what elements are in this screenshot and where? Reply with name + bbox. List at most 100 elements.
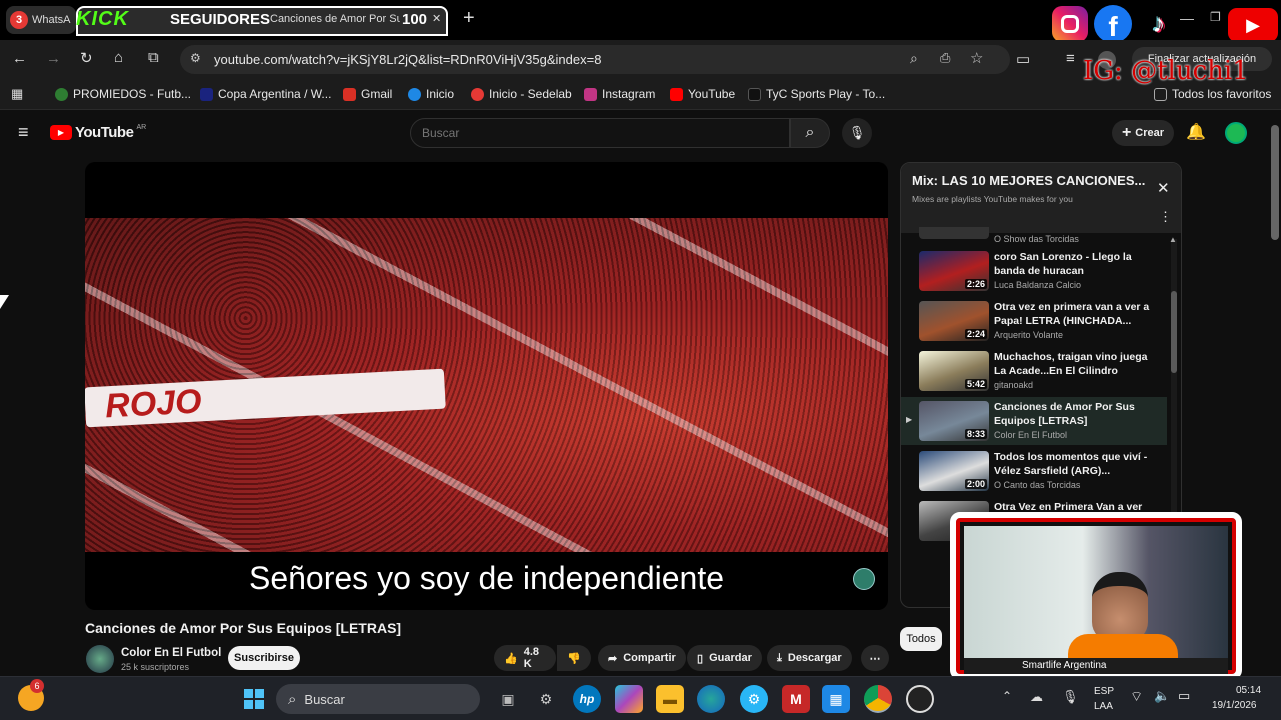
weather-widget[interactable]: 6 bbox=[18, 679, 44, 711]
maximize-icon[interactable]: ❐ bbox=[1210, 10, 1221, 24]
mouse-cursor-icon bbox=[0, 295, 9, 309]
site-info-icon[interactable]: ⚙ bbox=[190, 51, 201, 65]
avatar[interactable] bbox=[1225, 122, 1247, 144]
bookmark-favicon bbox=[471, 87, 484, 101]
webcam-overlay: Smartlife Argentina bbox=[950, 512, 1242, 680]
store-icon[interactable]: ▦ bbox=[822, 685, 850, 713]
clock-time[interactable]: 05:14 bbox=[1236, 685, 1261, 696]
file-explorer-icon[interactable]: ▬ bbox=[656, 685, 684, 713]
subtitle-text: Señores yo soy de independiente bbox=[248, 560, 724, 596]
wifi-icon[interactable]: ⌔ bbox=[1130, 688, 1143, 706]
person-shirt bbox=[1068, 634, 1178, 658]
mcafee-icon[interactable]: M bbox=[782, 685, 810, 713]
search-button[interactable]: ⌕ bbox=[790, 118, 830, 148]
zoom-icon[interactable]: ⌕ bbox=[910, 50, 918, 67]
tab-label: Canciones de Amor Por Sus bbox=[270, 13, 400, 25]
list-item[interactable]: 2:26 coro San Lorenzo - Llego la banda d… bbox=[901, 247, 1167, 295]
playlist-header: Mix: LAS 10 MEJORES CANCIONES... Mixes a… bbox=[901, 163, 1181, 233]
create-button[interactable]: + Crear bbox=[1112, 120, 1174, 146]
bookmark-icon: ▯ bbox=[697, 652, 704, 665]
all-bookmarks[interactable]: Todos los favoritos bbox=[1154, 87, 1271, 101]
bookmark-inicio[interactable]: Inicio bbox=[408, 87, 454, 101]
task-view-icon[interactable]: ▣ bbox=[494, 685, 522, 713]
battery-icon[interactable]: ▭ bbox=[1178, 688, 1190, 704]
menu-icon[interactable]: ≡ bbox=[18, 122, 29, 143]
scrollbar-thumb[interactable] bbox=[1171, 291, 1177, 373]
more-actions-button[interactable]: ⋯ bbox=[861, 645, 889, 671]
share-button[interactable]: ➦ Compartir bbox=[598, 645, 686, 671]
voice-search-button[interactable]: 🎙 bbox=[842, 118, 872, 148]
close-icon[interactable]: ✕ bbox=[1157, 179, 1170, 197]
like-button[interactable]: 👍 4.8 K bbox=[494, 645, 556, 671]
back-arrow-icon[interactable]: ← bbox=[12, 50, 27, 67]
scroll-up-icon[interactable]: ▲ bbox=[1169, 235, 1177, 244]
close-icon[interactable]: ✕ bbox=[432, 12, 441, 25]
dislike-button[interactable]: 👎 bbox=[557, 645, 591, 671]
forward-arrow-icon[interactable]: → bbox=[46, 50, 61, 67]
bookmark-tyc-sports[interactable]: TyC Sports Play - To... bbox=[748, 87, 885, 101]
playlist-subtitle: Mixes are playlists YouTube makes for yo… bbox=[912, 194, 1073, 204]
home-icon[interactable]: ⌂ bbox=[114, 49, 123, 66]
thumbs-up-icon: 👍 bbox=[504, 652, 518, 665]
subscribe-button[interactable]: Suscribirse bbox=[228, 646, 300, 670]
apps-grid-icon[interactable]: ▦ bbox=[11, 86, 23, 102]
list-item[interactable]: 2:24 Otra vez en primera van a ver a Pap… bbox=[901, 297, 1167, 345]
obs-icon[interactable] bbox=[906, 685, 934, 713]
bookmark-sedelab[interactable]: Inicio - Sedelab bbox=[471, 87, 572, 101]
tab-label: WhatsA bbox=[32, 14, 71, 26]
notifications-bell-icon[interactable]: 🔔 bbox=[1186, 122, 1206, 142]
bookmark-favicon bbox=[408, 87, 421, 101]
list-item[interactable]: 5:42 Muchachos, traigan vino juega La Ac… bbox=[901, 347, 1167, 395]
channel-avatar[interactable] bbox=[86, 645, 114, 673]
followers-overlay-count: 100 bbox=[402, 11, 428, 28]
bookmark-gmail[interactable]: Gmail bbox=[343, 87, 392, 101]
taskbar-search[interactable]: ⌕ Buscar bbox=[276, 684, 480, 714]
download-button[interactable]: ⤓ Descargar bbox=[767, 645, 852, 671]
list-item-partial[interactable]: O Show das Torcidas bbox=[901, 227, 1167, 245]
bookmark-instagram[interactable]: Instagram bbox=[584, 87, 655, 101]
chevron-up-icon[interactable]: ⌃ bbox=[1002, 689, 1012, 703]
list-item[interactable]: 2:00 Todos los momentos que viví - Vélez… bbox=[901, 447, 1167, 495]
edge-icon[interactable] bbox=[697, 685, 725, 713]
volume-icon[interactable]: 🔈 bbox=[1154, 688, 1170, 704]
widgets-icon[interactable]: ⚙ bbox=[532, 685, 560, 713]
youtube-logo[interactable]: ▶ YouTube AR bbox=[50, 124, 146, 141]
hp-icon[interactable]: hp bbox=[573, 685, 601, 713]
tab-whatsapp[interactable]: 3 WhatsA bbox=[6, 6, 76, 34]
playlist-title[interactable]: Mix: LAS 10 MEJORES CANCIONES... bbox=[912, 173, 1145, 188]
chip-all[interactable]: Todos bbox=[900, 627, 942, 651]
bookmark-copa-argentina[interactable]: Copa Argentina / W... bbox=[200, 87, 331, 101]
minimize-icon[interactable]: — bbox=[1180, 10, 1194, 26]
save-button[interactable]: ▯ Guardar bbox=[687, 645, 762, 671]
video-player[interactable]: ROJO Señores yo soy de independiente bbox=[85, 162, 888, 610]
extension-icon[interactable]: ⧉ bbox=[148, 49, 159, 66]
video-title: Canciones de Amor Por Sus Equipos [LETRA… bbox=[85, 620, 402, 636]
star-icon[interactable]: ☆ bbox=[970, 49, 983, 67]
windows-start-icon[interactable] bbox=[240, 685, 268, 713]
page-scrollbar-thumb[interactable] bbox=[1271, 125, 1279, 240]
instagram-icon bbox=[584, 87, 597, 101]
more-options-icon[interactable]: ⋮ bbox=[1159, 209, 1172, 225]
language-top[interactable]: ESP bbox=[1094, 686, 1114, 697]
microphone-icon[interactable]: 🎙 bbox=[1062, 689, 1079, 705]
chrome-icon[interactable] bbox=[864, 685, 892, 713]
bookmark-promiedos[interactable]: PROMIEDOS - Futb... bbox=[55, 87, 191, 101]
copilot-icon[interactable] bbox=[615, 685, 643, 713]
cloud-icon[interactable]: ☁ bbox=[1030, 689, 1043, 705]
channel-name[interactable]: Color En El Futbol bbox=[121, 647, 221, 659]
followers-overlay-label: SEGUIDORES bbox=[170, 11, 271, 28]
install-app-icon[interactable]: ⎙ bbox=[940, 50, 950, 66]
new-tab-button[interactable]: + bbox=[463, 7, 475, 30]
list-item-current[interactable]: ▶ 8:33 Canciones de Amor Por Sus Equipos… bbox=[901, 397, 1167, 445]
app-icon[interactable]: ⚙ bbox=[740, 685, 768, 713]
folder-icon bbox=[1154, 87, 1167, 101]
media-icon[interactable]: ▭ bbox=[1016, 50, 1030, 68]
page-scrollbar[interactable] bbox=[1271, 125, 1279, 675]
url-field[interactable]: ⚙ youtube.com/watch?v=jKSjY8Lr2jQ&list=R… bbox=[180, 45, 1010, 74]
playlist-icon[interactable]: ≡ bbox=[1066, 50, 1075, 67]
reload-icon[interactable]: ↻ bbox=[80, 49, 93, 67]
url-text: youtube.com/watch?v=jKSjY8Lr2jQ&list=RDn… bbox=[214, 52, 602, 67]
language-bottom: LAA bbox=[1094, 701, 1113, 712]
search-input[interactable] bbox=[422, 124, 782, 142]
bookmark-youtube[interactable]: YouTube bbox=[670, 87, 735, 101]
